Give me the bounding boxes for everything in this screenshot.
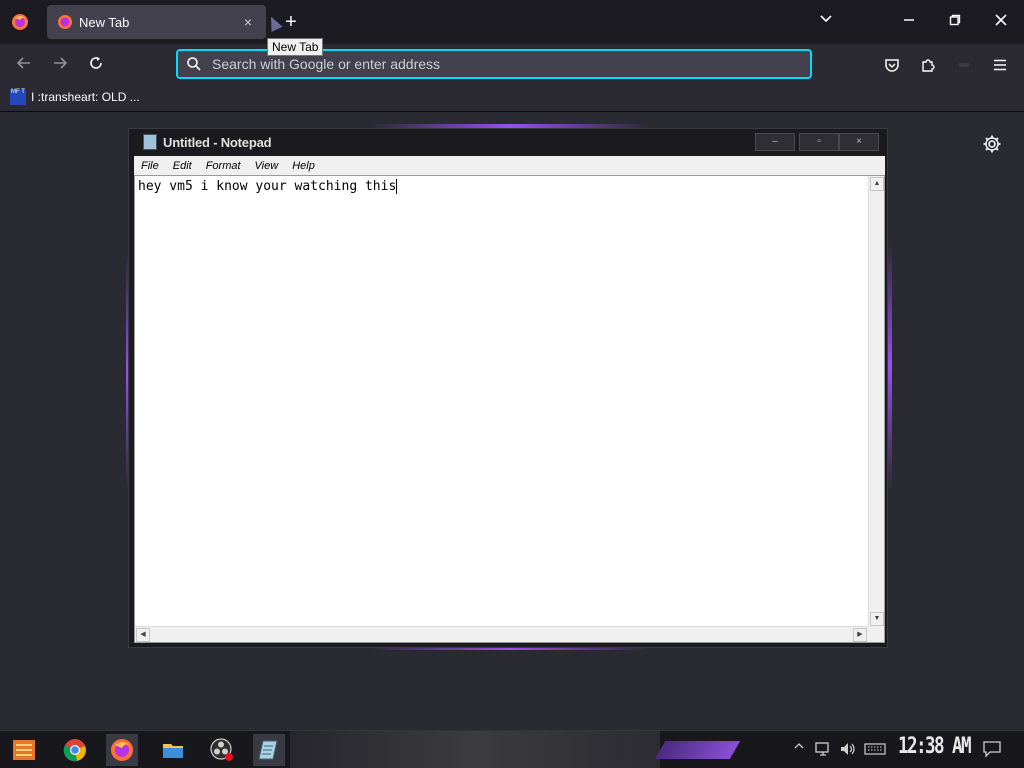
arrow-left-icon [16,57,30,69]
taskbar-file-explorer[interactable] [157,734,189,766]
vertical-scrollbar[interactable]: ▲ ▼ [868,176,884,627]
puzzle-icon [922,59,935,72]
chrome-icon [63,739,86,762]
text-caret [396,179,398,194]
taskbar-notepad[interactable] [253,734,285,766]
tab-new-tab[interactable]: New Tab × [47,5,266,39]
tab-bar: New Tab × + New Tab [0,0,1024,56]
chevron-down-icon [820,15,832,23]
hamburger-menu-icon [994,59,1006,71]
notepad-close-button[interactable]: × [839,133,879,151]
tooltip: New Tab [267,38,324,56]
gear-icon[interactable] [982,134,1002,154]
firefox-icon [12,14,28,30]
url-input[interactable] [212,56,810,72]
taskbar-clock[interactable]: 12:38 AM [898,734,972,759]
back-button[interactable] [12,53,36,77]
forward-button[interactable] [48,53,72,77]
taskbar-accent [654,741,741,759]
notepad-text-area[interactable]: hey vm5 i know your watching this ▲ ▼ ◀ … [134,175,885,643]
scroll-left-arrow[interactable]: ◀ [136,628,150,642]
extension-slot-button[interactable] [952,53,976,77]
taskbar-obs[interactable] [206,734,238,766]
close-tab-icon[interactable]: × [240,14,256,30]
notepad-title: Untitled - Notepad [163,134,272,150]
extension-icon [959,63,969,67]
notepad-minimize-button[interactable]: – [755,133,795,151]
notepad-icon [258,740,278,760]
taskbar: 12:38 AM [0,730,1024,768]
pocket-icon [885,59,899,72]
search-icon [187,57,201,71]
scroll-down-arrow[interactable]: ▼ [870,612,884,626]
notepad-icon [143,134,157,150]
decorative-glow [888,242,892,492]
close-window-button[interactable] [989,10,1013,34]
keyboard-icon[interactable] [864,740,886,760]
reload-button[interactable] [84,53,108,77]
notepad-menu-bar: File Edit Format View Help [134,156,885,175]
restore-icon [949,14,961,26]
pocket-button[interactable] [880,53,904,77]
firefox-icon [58,15,72,29]
restore-window-button[interactable] [943,10,967,34]
notepad-window: Untitled - Notepad – ▫ × File Edit Forma… [128,128,888,648]
notepad-maximize-button[interactable]: ▫ [799,133,839,151]
app-menu-button[interactable] [988,53,1012,77]
arrow-right-icon [54,57,68,69]
menu-format[interactable]: Format [206,160,241,172]
menu-edit[interactable]: Edit [173,160,192,172]
horizontal-scrollbar[interactable]: ◀ ▶ [135,626,868,642]
scroll-up-arrow[interactable]: ▲ [870,177,884,191]
keyboard-icon [864,743,886,755]
volume-icon[interactable] [839,740,857,760]
start-menu-icon [13,740,35,760]
scroll-right-arrow[interactable]: ▶ [853,628,867,642]
resize-grip[interactable] [868,626,884,642]
list-all-tabs-button[interactable] [816,12,836,32]
taskbar-firefox[interactable] [106,734,138,766]
firefox-view-button[interactable] [8,10,32,34]
network-icon [815,742,829,756]
bookmark-label: I :transheart: OLD ... [31,90,140,104]
folder-icon [163,744,183,758]
tab-title: New Tab [79,14,130,30]
extensions-button[interactable] [916,53,940,77]
minimize-icon [904,19,914,21]
new-tab-button[interactable]: + [280,10,302,34]
reload-icon [90,57,102,69]
bookmark-favicon: MF T [10,89,26,105]
bookmarks-toolbar: MF T I :transheart: OLD ... [0,86,1024,112]
chevron-up-icon [794,743,804,749]
network-icon[interactable] [814,740,832,760]
navigation-toolbar [0,44,1024,86]
minimize-window-button[interactable] [897,10,921,34]
close-icon [995,14,1007,26]
firefox-icon [111,739,133,761]
obs-icon [210,738,233,761]
tray-overflow-icon[interactable] [794,740,804,760]
speaker-icon [841,743,855,755]
menu-view[interactable]: View [255,160,279,172]
menu-file[interactable]: File [141,160,159,172]
taskbar-decoration [290,731,660,768]
taskbar-chrome[interactable] [59,734,91,766]
bookmark-item[interactable]: MF T I :transheart: OLD ... [10,89,140,105]
menu-help[interactable]: Help [292,160,315,172]
start-button[interactable] [8,734,40,766]
notepad-content: hey vm5 i know your watching this [138,179,397,194]
notification-icon [983,741,1001,758]
notifications-button[interactable] [982,740,1002,760]
